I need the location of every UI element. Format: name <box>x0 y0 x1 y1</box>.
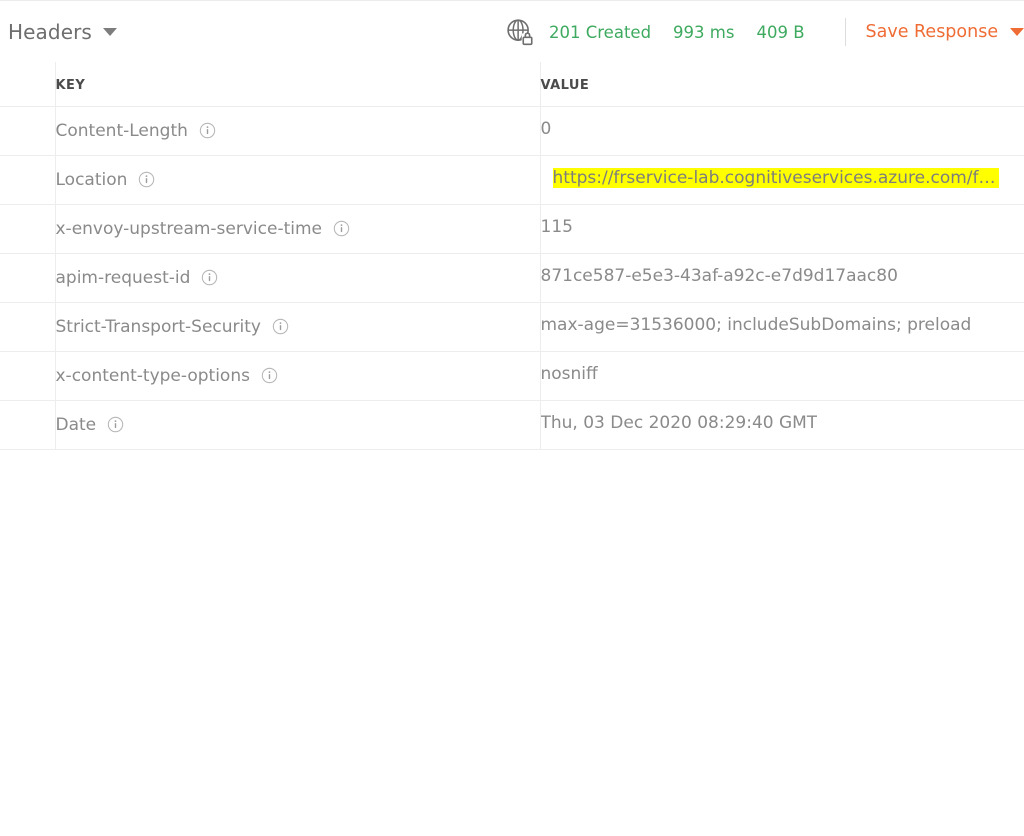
response-meta-group: 201 Created 993 ms 409 B Save Response <box>505 1 1024 63</box>
header-value-cell: max-age=31536000; includeSubDomains; pre… <box>540 302 1024 352</box>
header-value-label[interactable]: max-age=31536000; includeSubDomains; pre… <box>541 315 972 335</box>
header-value-cell: 871ce587-e5e3-43af-a92c-e7d9d17aac80 <box>540 253 1024 303</box>
header-value-cell: 0 <box>540 106 1024 156</box>
table-head: KEY VALUE <box>0 62 1024 107</box>
key-column-header: KEY <box>55 62 541 107</box>
header-value-label[interactable]: https://frservice-lab.cognitiveservices.… <box>552 167 999 188</box>
header-value-cell: 115 <box>540 204 1024 254</box>
header-key-label: x-content-type-options <box>55 365 250 386</box>
row-gutter-cell <box>0 106 56 156</box>
row-gutter-cell <box>0 302 56 352</box>
table-header-row: KEY VALUE <box>0 62 1024 107</box>
globe-lock-icon <box>507 19 534 46</box>
status-code[interactable]: 201 Created <box>549 23 651 42</box>
table-row: apim-request-id 871ce587-e5e3-43af-a92c-e… <box>0 253 1024 303</box>
header-key-label: Content-Length <box>55 120 188 141</box>
table-row: Strict-Transport-Security max-age=3153600… <box>0 302 1024 352</box>
header-key-cell: Strict-Transport-Security <box>55 302 541 352</box>
header-value-cell: nosniff <box>540 351 1024 401</box>
response-time[interactable]: 993 ms <box>673 23 734 42</box>
toolbar-divider <box>844 18 846 46</box>
table-row: Content-Length 0 <box>0 106 1024 156</box>
header-key-cell: Location <box>55 155 541 205</box>
key-column-label: KEY <box>55 78 86 94</box>
row-gutter-cell <box>0 351 56 401</box>
header-key-label: x-envoy-upstream-service-time <box>55 218 323 239</box>
info-circle-icon[interactable] <box>107 416 124 433</box>
row-gutter-cell <box>0 204 56 254</box>
header-value-label[interactable]: 0 <box>541 119 552 139</box>
response-headers-table: KEY VALUE Content-Length 0 Location https:/… <box>0 62 1024 450</box>
header-value-label[interactable]: 871ce587-e5e3-43af-a92c-e7d9d17aac80 <box>541 266 898 286</box>
header-value-label[interactable]: nosniff <box>541 364 598 384</box>
row-gutter-cell <box>0 400 56 450</box>
header-key-label: Location <box>55 169 128 190</box>
row-gutter-cell <box>0 155 56 205</box>
header-key-label: apim-request-id <box>55 267 191 288</box>
table-row: x-content-type-options nosniff <box>0 351 1024 401</box>
header-key-cell: Date <box>55 400 541 450</box>
header-key-label: Strict-Transport-Security <box>55 316 261 337</box>
header-key-cell: apim-request-id <box>55 253 541 303</box>
save-response-button[interactable]: Save Response <box>866 22 1024 42</box>
save-response-label: Save Response <box>865 22 999 42</box>
info-circle-icon[interactable] <box>333 220 350 237</box>
empty-area <box>0 449 1024 836</box>
chevron-down-icon[interactable] <box>102 27 117 36</box>
table-body: Content-Length 0 Location https://frservice… <box>0 106 1024 450</box>
header-value-cell: https://frservice-lab.cognitiveservices.… <box>540 155 1024 205</box>
header-key-cell: Content-Length <box>55 106 541 156</box>
info-circle-icon[interactable] <box>201 269 218 286</box>
header-key-cell: x-content-type-options <box>55 351 541 401</box>
chevron-down-icon[interactable] <box>1010 28 1024 36</box>
gutter-header-cell <box>0 62 56 107</box>
headers-tab[interactable]: Headers <box>8 20 117 44</box>
info-circle-icon[interactable] <box>199 122 216 139</box>
info-circle-icon[interactable] <box>138 171 155 188</box>
value-column-header: VALUE <box>540 62 1024 107</box>
header-key-label: Date <box>55 414 97 435</box>
header-key-cell: x-envoy-upstream-service-time <box>55 204 541 254</box>
header-value-cell: Thu, 03 Dec 2020 08:29:40 GMT <box>540 400 1024 450</box>
table-row: x-envoy-upstream-service-time 115 <box>0 204 1024 254</box>
header-value-label[interactable]: Thu, 03 Dec 2020 08:29:40 GMT <box>541 413 818 433</box>
row-gutter-cell <box>0 253 56 303</box>
table-row: Date Thu, 03 Dec 2020 08:29:40 GMT <box>0 400 1024 450</box>
headers-tab-label: Headers <box>8 19 92 44</box>
response-size[interactable]: 409 B <box>756 23 804 42</box>
info-circle-icon[interactable] <box>261 367 278 384</box>
header-value-label[interactable]: 115 <box>541 217 573 237</box>
response-toolbar: Headers 201 Created 993 ms 409 B Save Re… <box>0 0 1024 62</box>
value-column-label: VALUE <box>540 78 590 94</box>
info-circle-icon[interactable] <box>272 318 289 335</box>
table-row: Location https://frservice-lab.cognitives… <box>0 155 1024 205</box>
